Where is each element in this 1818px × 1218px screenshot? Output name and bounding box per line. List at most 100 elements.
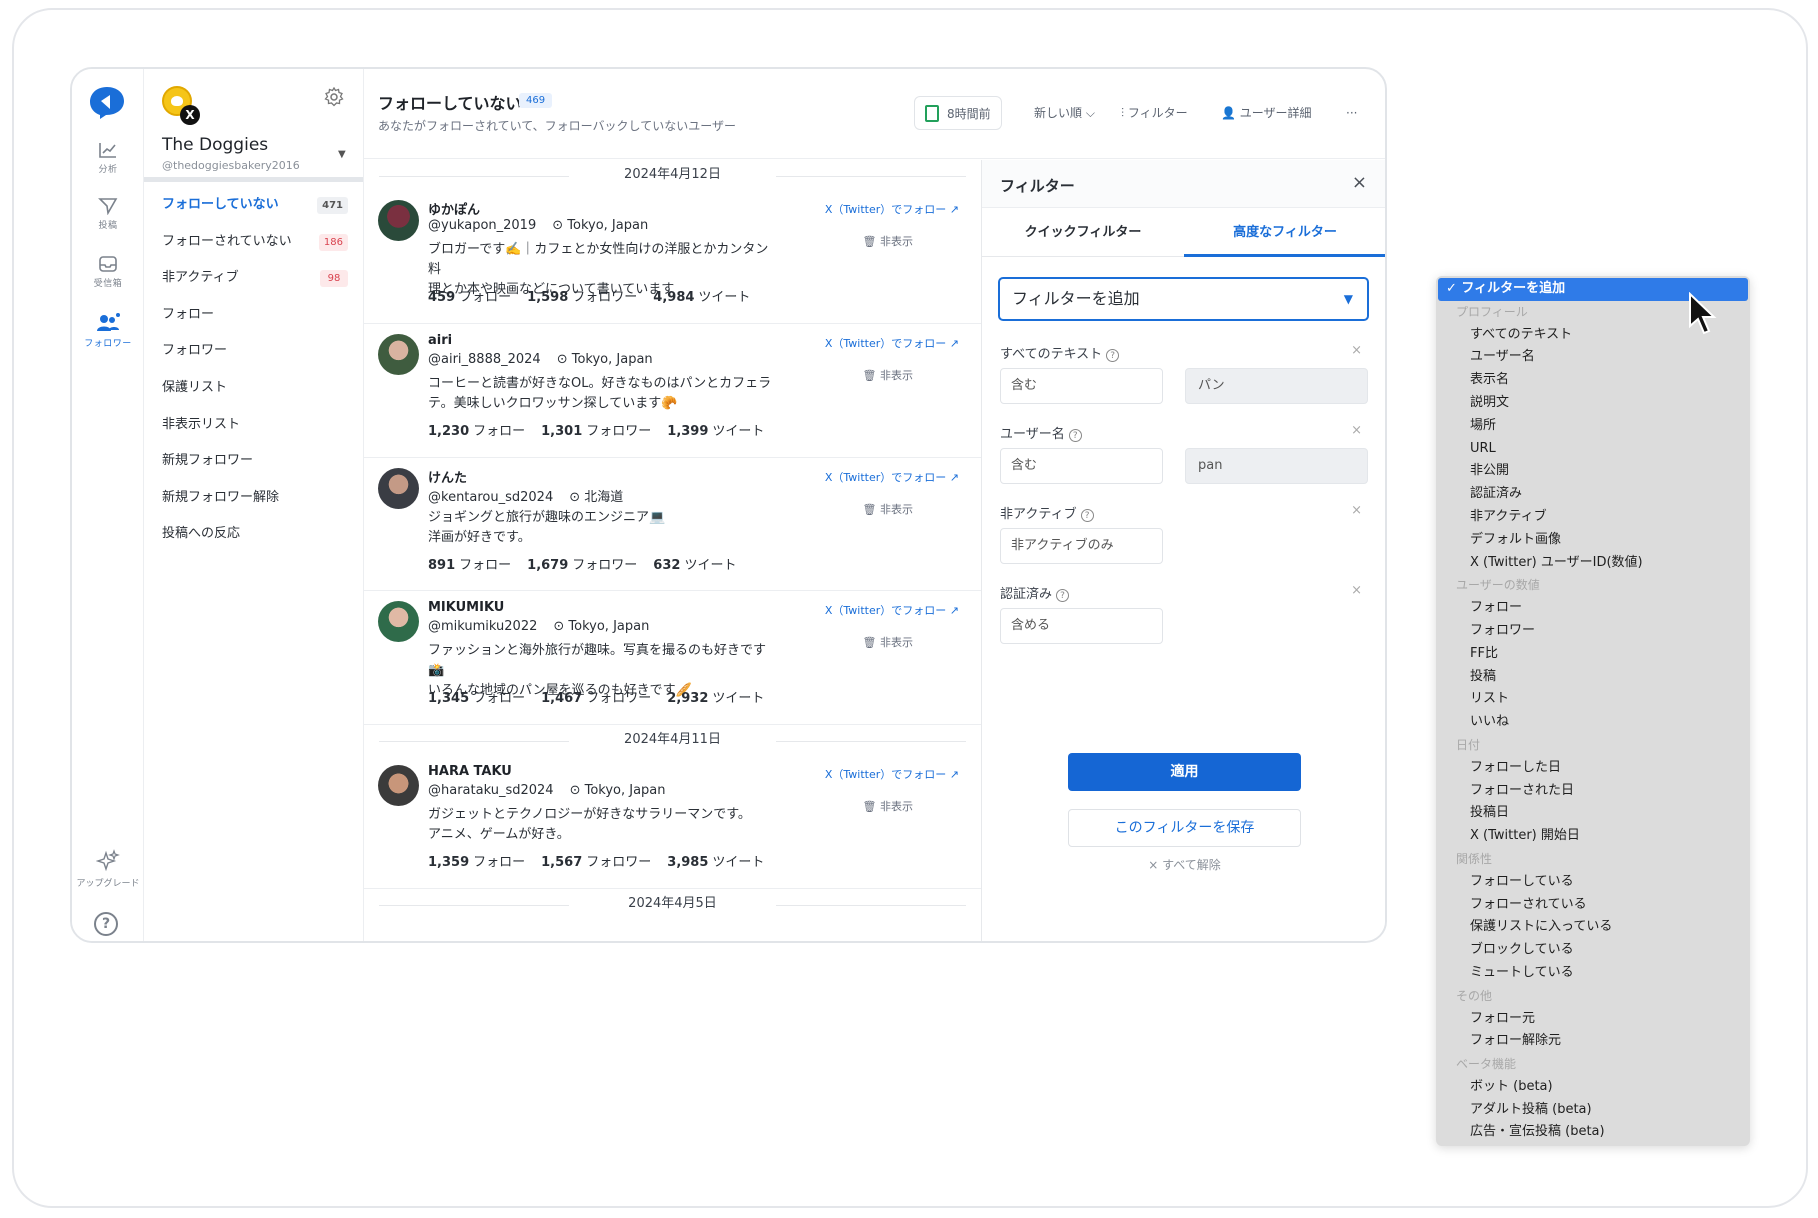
hide-button[interactable]: 🗑 非表示 <box>863 798 913 814</box>
apply-button[interactable]: 適用 <box>1068 753 1301 791</box>
dropdown-item[interactable]: 認証済み <box>1436 483 1750 506</box>
save-filter-button[interactable]: このフィルターを保存 <box>1068 809 1301 847</box>
account-switcher[interactable]: X The Doggies @thedoggiesbakery2016 ▼ <box>144 69 363 182</box>
help-icon[interactable]: ? <box>1056 589 1070 602</box>
rule-value-input[interactable]: パン <box>1185 368 1368 404</box>
dropdown-item[interactable]: フォロー元 <box>1436 1008 1750 1031</box>
dropdown-item[interactable]: 広告・宣伝投稿 (beta) <box>1436 1121 1750 1144</box>
rail-post[interactable]: 投稿 <box>72 197 144 231</box>
rule-operator-select[interactable]: 含める <box>1000 608 1163 644</box>
dropdown-item[interactable]: リスト <box>1436 688 1750 711</box>
dropdown-item[interactable]: ミュートしている <box>1436 962 1750 985</box>
remove-rule-icon[interactable]: × <box>1351 423 1362 438</box>
dropdown-item[interactable]: 場所 <box>1436 415 1750 438</box>
user-bio: コーヒーと読書が好きなOL。好きなものはパンとカフェラ テ。美味しいクロワッサン探… <box>428 374 778 414</box>
dropdown-item[interactable]: 非公開 <box>1436 460 1750 483</box>
dropdown-item[interactable]: いいね <box>1436 711 1750 734</box>
nav-item-post-reactions[interactable]: 投稿への反応 <box>144 516 364 553</box>
dropdown-item[interactable]: フォローしている <box>1436 871 1750 894</box>
dropdown-item[interactable]: ボット (beta) <box>1436 1076 1750 1099</box>
filter-button[interactable]: ⫶ フィルター <box>1121 96 1188 130</box>
nav-item-followers[interactable]: フォロワー <box>144 333 364 370</box>
dropdown-item[interactable]: 表示名 <box>1436 369 1750 392</box>
dropdown-item[interactable]: アダルト投稿 (beta) <box>1436 1099 1750 1122</box>
close-icon[interactable]: × <box>1352 172 1367 193</box>
nav-item-not-following[interactable]: フォローしていない 471 <box>144 187 364 224</box>
follow-on-x-link[interactable]: X（Twitter）でフォロー ↗ <box>825 766 959 782</box>
follow-on-x-link[interactable]: X（Twitter）でフォロー ↗ <box>825 469 959 485</box>
handle-text: @harataku_sd2024 <box>428 783 554 799</box>
dropdown-item[interactable]: 投稿 <box>1436 666 1750 689</box>
dropdown-item[interactable]: FF比 <box>1436 643 1750 666</box>
updated-button[interactable]: 8時間前 <box>914 96 1002 130</box>
dropdown-item[interactable]: 非アクティブ <box>1436 506 1750 529</box>
nav-badge: 186 <box>318 233 348 251</box>
dropdown-item[interactable]: X (Twitter) 開始日 <box>1436 825 1750 848</box>
nav-item-new-followers[interactable]: 新規フォロワー <box>144 443 364 480</box>
dropdown-item[interactable]: フォロワー <box>1436 620 1750 643</box>
dropdown-item[interactable]: フォロー解除元 <box>1436 1030 1750 1053</box>
dropdown-item[interactable]: 説明文 <box>1436 392 1750 415</box>
dropdown-item[interactable]: フォローされた日 <box>1436 780 1750 803</box>
dropdown-item[interactable]: ブロックしている <box>1436 939 1750 962</box>
rule-operator-select[interactable]: 非アクティブのみ <box>1000 528 1163 564</box>
dropdown-item[interactable]: 投稿日 <box>1436 802 1750 825</box>
date-separator: 2024年4月11日 <box>364 725 981 755</box>
nav-item-following[interactable]: フォロー <box>144 297 364 334</box>
gear-icon[interactable] <box>324 87 344 107</box>
dropdown-item[interactable]: ユーザー名 <box>1436 346 1750 369</box>
tab-advanced-filter[interactable]: 高度なフィルター <box>1184 208 1385 257</box>
dropdown-item[interactable]: X (Twitter) ユーザーID(数値) <box>1436 552 1750 575</box>
more-button[interactable]: ··· <box>1346 96 1357 130</box>
hide-button[interactable]: 🗑 非表示 <box>863 367 913 383</box>
add-filter-select[interactable]: フィルターを追加 ▼ <box>998 277 1369 321</box>
user-detail-button[interactable]: 👤 ユーザー詳細 <box>1221 96 1312 130</box>
help-icon[interactable]: ? <box>1080 509 1094 522</box>
rail-followers[interactable]: フォロワー <box>72 313 144 349</box>
nav-item-protected-list[interactable]: 保護リスト <box>144 370 364 407</box>
nav-item-hidden-list[interactable]: 非表示リスト <box>144 407 364 444</box>
caret-down-icon[interactable]: ▼ <box>338 149 346 160</box>
remove-rule-icon[interactable]: × <box>1351 503 1362 518</box>
avatar[interactable] <box>378 601 419 643</box>
sort-dropdown[interactable]: 新しい順 ⌵ <box>1034 96 1095 130</box>
nav-item-not-followed[interactable]: フォローされていない 186 <box>144 224 364 261</box>
date-separator: 2024年4月12日 <box>364 160 981 190</box>
avatar[interactable] <box>378 333 419 375</box>
dropdown-item[interactable]: フォローした日 <box>1436 757 1750 780</box>
hide-button[interactable]: 🗑 非表示 <box>863 634 913 650</box>
remove-rule-icon[interactable]: × <box>1351 343 1362 358</box>
follow-on-x-link[interactable]: X（Twitter）でフォロー ↗ <box>825 335 959 351</box>
nav-item-inactive[interactable]: 非アクティブ 98 <box>144 260 364 297</box>
rule-value-input[interactable]: pan <box>1185 448 1368 484</box>
avatar[interactable] <box>378 467 419 509</box>
dropdown-item[interactable]: フォロー <box>1436 597 1750 620</box>
clear-all-button[interactable]: × すべて解除 <box>1068 856 1301 873</box>
rule-operator-select[interactable]: 含む <box>1000 448 1163 484</box>
avatar[interactable] <box>378 200 419 241</box>
nav-item-new-unfollows[interactable]: 新規フォロワー解除 <box>144 480 364 517</box>
dropdown-item[interactable]: URL <box>1436 438 1750 461</box>
help-icon[interactable]: ? <box>1106 349 1120 362</box>
hide-button[interactable]: 🗑 非表示 <box>863 233 913 249</box>
avatar[interactable] <box>378 765 419 807</box>
follow-on-x-link[interactable]: X（Twitter）でフォロー ↗ <box>825 201 959 217</box>
dropdown-item[interactable]: フォローされている <box>1436 894 1750 917</box>
rule-operator-select[interactable]: 含む <box>1000 368 1163 404</box>
mouse-cursor-icon <box>1689 292 1717 335</box>
dropdown-item[interactable]: 保護リストに入っている <box>1436 916 1750 939</box>
dropdown-item[interactable]: デフォルト画像 <box>1436 529 1750 552</box>
upgrade-button[interactable]: アップグレード <box>72 849 144 889</box>
rail-analytics[interactable]: 分析 <box>72 141 144 175</box>
follow-on-x-link[interactable]: X（Twitter）でフォロー ↗ <box>825 602 959 618</box>
help-icon[interactable]: ? <box>1068 429 1082 442</box>
remove-rule-icon[interactable]: × <box>1351 583 1362 598</box>
dropdown-group-header: 日付 <box>1456 737 1481 752</box>
external-link-icon: ↗ <box>949 336 959 350</box>
tab-quick-filter[interactable]: クイックフィルター <box>982 208 1184 257</box>
rule-label-text: すべてのテキスト <box>1000 347 1103 362</box>
help-icon[interactable]: ? <box>94 912 118 936</box>
app-logo-icon[interactable] <box>88 85 126 121</box>
hide-button[interactable]: 🗑 非表示 <box>863 501 913 517</box>
rail-inbox[interactable]: 受信箱 <box>72 255 144 289</box>
